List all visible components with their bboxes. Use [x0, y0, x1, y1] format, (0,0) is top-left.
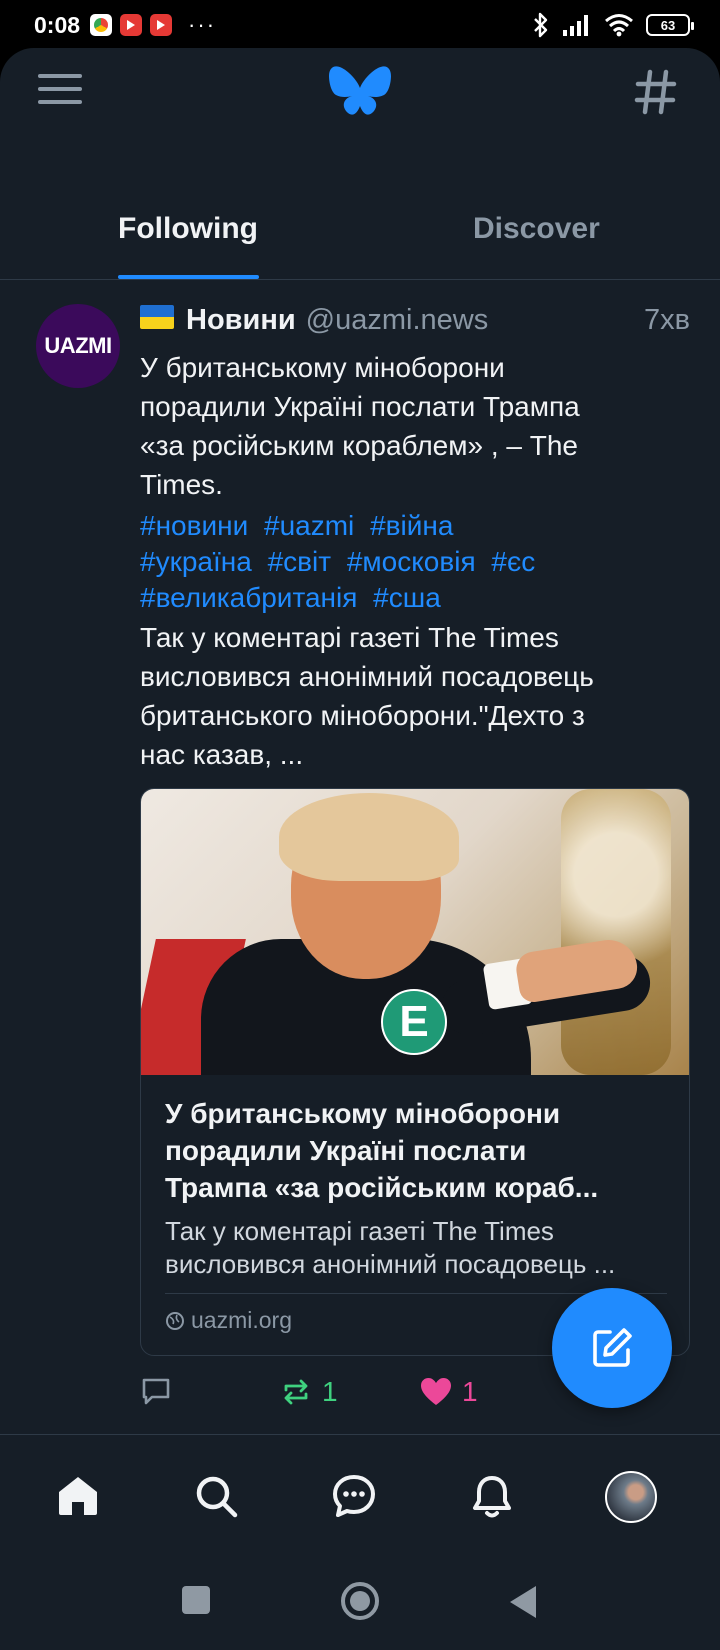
- heart-icon: [421, 1378, 451, 1405]
- hashtag-link[interactable]: #єс: [491, 546, 535, 577]
- wifi-icon: [605, 14, 633, 37]
- post-text: У британському міноборони порадили Украї…: [140, 348, 690, 504]
- bell-icon: [473, 1476, 511, 1518]
- signal-icon: [563, 15, 588, 36]
- home-system-button[interactable]: [341, 1582, 379, 1620]
- hashtag-link[interactable]: #великабританія: [140, 582, 357, 613]
- card-title-line: У британському міноборони: [165, 1098, 561, 1129]
- back-button[interactable]: [510, 1586, 536, 1618]
- post-author-handle[interactable]: @uazmi.news: [306, 304, 489, 337]
- nav-chat[interactable]: [329, 1471, 379, 1521]
- bottom-navigation: [0, 1434, 720, 1558]
- chat-icon: [333, 1475, 375, 1517]
- feed-tabs: Following Discover: [0, 158, 720, 280]
- reply-button[interactable]: [140, 1376, 172, 1406]
- post-text-continued: Так у коментарі газеті The Times вислови…: [140, 618, 690, 774]
- site-logo-badge: Е: [381, 989, 447, 1055]
- post-text-line: висловився анонімний посадовець: [140, 661, 594, 692]
- post-body: Новини @uazmi.news 7хв У британському мі…: [140, 304, 690, 774]
- post-text-line: «за російським кораблем» , – The: [140, 430, 579, 461]
- chrome-icon: [90, 14, 113, 36]
- post-text-line: Times.: [140, 469, 223, 500]
- more-notifications-icon: ···: [188, 12, 217, 37]
- recents-button[interactable]: [182, 1586, 210, 1614]
- hashtag-link[interactable]: #війна: [370, 510, 453, 541]
- bluesky-butterfly-logo[interactable]: [328, 64, 392, 122]
- app-window: Following Discover UAZMI Новини @uazmi.n…: [0, 48, 720, 1558]
- hashtag-link[interactable]: #світ: [268, 546, 332, 577]
- profile-avatar[interactable]: [605, 1471, 657, 1523]
- card-title-line: Трампа «за російським кораб...: [165, 1172, 599, 1203]
- hash-icon[interactable]: [634, 68, 678, 116]
- ukraine-flag-icon: [140, 305, 174, 329]
- link-preview-domain: uazmi.org: [165, 1307, 292, 1334]
- post-author-name[interactable]: Новини: [186, 304, 296, 337]
- nav-notifications[interactable]: [467, 1471, 517, 1521]
- repost-count: 1: [322, 1376, 338, 1407]
- hashtag-link[interactable]: #московія: [347, 546, 476, 577]
- hashtag-link[interactable]: #новини: [140, 510, 248, 541]
- hashtag-link[interactable]: #україна: [140, 546, 252, 577]
- compose-post-button[interactable]: [552, 1288, 672, 1408]
- status-right: 63: [532, 12, 694, 38]
- globe-icon: [166, 1311, 184, 1330]
- tab-following[interactable]: Following: [118, 212, 258, 246]
- card-title-line: порадили Україні послати: [165, 1135, 527, 1166]
- status-app-icons: [90, 14, 173, 36]
- link-preview-description: Так у коментарі газеті The Times вислови…: [165, 1215, 671, 1281]
- card-desc-line: висловився анонімний посадовець ...: [165, 1249, 616, 1279]
- search-icon: [196, 1476, 238, 1518]
- nav-search[interactable]: [191, 1471, 241, 1521]
- status-time: 0:08: [34, 11, 81, 38]
- like-button[interactable]: 1: [420, 1376, 478, 1408]
- domain-text: uazmi.org: [191, 1307, 292, 1333]
- post-text-line: порадили Україні послати Трампа: [140, 391, 580, 422]
- system-navigation-bar: [0, 1558, 720, 1650]
- post-author-avatar[interactable]: UAZMI: [36, 304, 120, 388]
- feed-post[interactable]: UAZMI Новини @uazmi.news 7хв У британськ…: [0, 280, 720, 1448]
- card-desc-line: Так у коментарі газеті The Times: [165, 1216, 554, 1246]
- post-text-line: нас казав, ...: [140, 739, 304, 770]
- tab-discover[interactable]: Discover: [473, 212, 600, 246]
- post-hashtags: #новини #uazmi #війна #україна #світ #мо…: [140, 508, 690, 616]
- link-preview-card[interactable]: Е У британському міноборони порадили Укр…: [140, 788, 690, 1356]
- home-icon: [59, 1477, 97, 1515]
- like-count: 1: [462, 1376, 478, 1407]
- post-text-line: У британському міноборони: [140, 352, 505, 383]
- youtube-icon: [150, 14, 173, 36]
- bluetooth-icon: [534, 12, 548, 38]
- link-preview-image: Е: [141, 789, 689, 1075]
- post-header: Новини @uazmi.news 7хв: [140, 304, 690, 342]
- link-preview-title: У британському міноборони порадили Украї…: [165, 1095, 671, 1206]
- post-text-line: Так у коментарі газеті The Times: [140, 622, 559, 653]
- youtube-icon: [120, 14, 143, 36]
- compose-icon: [593, 1328, 632, 1367]
- top-header: [0, 48, 720, 148]
- repost-icon: [284, 1379, 308, 1405]
- nav-home[interactable]: [53, 1471, 103, 1521]
- status-bar: 0:08 ··· 63: [0, 0, 720, 50]
- avatar-text: UAZMI: [44, 333, 112, 358]
- reply-icon: [142, 1378, 170, 1405]
- active-tab-indicator: [118, 275, 259, 279]
- post-time[interactable]: 7хв: [644, 304, 690, 337]
- repost-button[interactable]: 1: [280, 1376, 338, 1408]
- hashtag-link[interactable]: #сша: [373, 582, 441, 613]
- battery-indicator: 63: [646, 14, 694, 36]
- post-text-line: британського міноборони."Дехто з: [140, 700, 585, 731]
- hashtag-link[interactable]: #uazmi: [264, 510, 354, 541]
- menu-button[interactable]: [38, 74, 82, 114]
